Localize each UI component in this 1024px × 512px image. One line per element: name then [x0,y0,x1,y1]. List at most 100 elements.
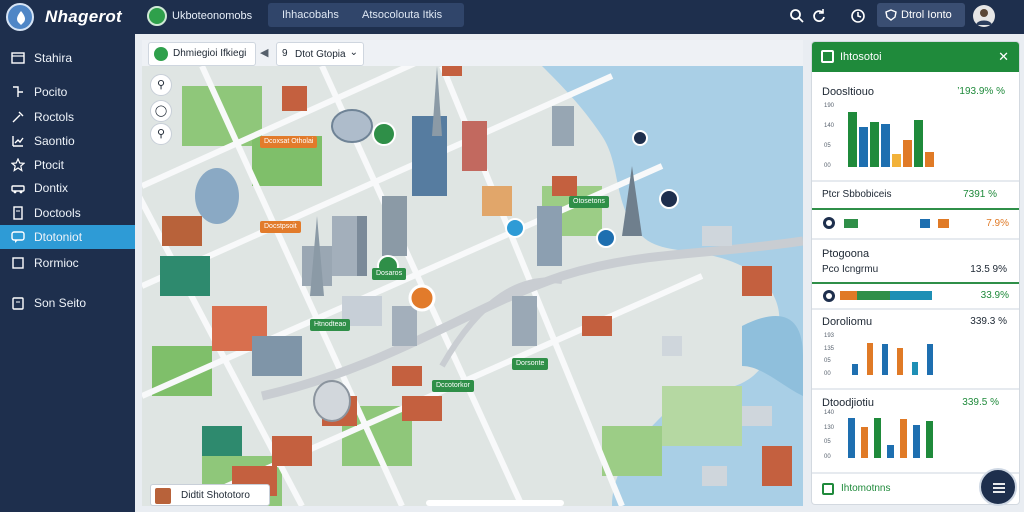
chart-bar [881,124,890,167]
doc-icon [13,206,23,220]
clock-icon[interactable] [850,8,866,24]
top-action-label: Dtrol Ionto [901,9,952,21]
status-globe-icon [147,6,167,26]
bar-segment [920,219,930,228]
user-avatar[interactable] [973,5,995,27]
poi-label[interactable]: Docstpsoit [260,221,301,233]
panel-footer-link[interactable]: Ihtomotnns [841,483,890,494]
layout-icon [11,52,25,64]
dome-building [195,168,239,224]
top-bar: Nhagerot Ukboteonomobs Ihhacobahs Atsoco… [0,0,1024,34]
y-tick-label: 140 [824,123,835,129]
zoom-in-button[interactable]: ⚲ [150,74,172,96]
selected-place-card[interactable]: Didtit Shototoro [150,484,270,506]
sidebar-item[interactable]: Son Seito [0,291,135,315]
menu-fab-button[interactable] [979,468,1017,506]
refresh-icon[interactable] [811,8,827,24]
y-tick-label: 00 [824,454,831,460]
chart-bar [882,344,888,375]
park [602,426,662,476]
tab-overview[interactable]: Ihhacobahs [282,9,339,21]
chart-bar [892,154,901,167]
round-tower [313,380,351,422]
map-toolbar: Dhmiegioi Ifkiegi ◀ 9 Dtot Gtopia ⌄ [142,40,803,68]
section-value: 339.3 % [970,316,1007,327]
chat-icon [11,231,25,243]
y-tick-label: 05 [824,143,831,149]
sidebar-item[interactable]: Stahira [0,46,135,70]
chart-bar [897,348,903,375]
sidebar: Stahira Pocito Roctols Saontio Ptocit Dontix D… [0,34,135,512]
selected-place-label: Didtit Shototoro [181,490,250,501]
sidebar-item[interactable]: Rormioc [0,251,135,275]
sidebar-item[interactable]: Pocito [0,80,135,104]
sidebar-item[interactable]: Roctols [0,105,135,129]
divider [812,180,1019,182]
poi-label[interactable]: Dccotorkor [432,380,474,392]
tools-icon [12,111,24,123]
sidebar-item-label: Dtotoniot [34,230,83,244]
chart-bar [870,122,879,167]
sidebar-item[interactable]: Ptocit [0,153,135,177]
sidebar-item[interactable]: Saontio [0,129,135,153]
stadium [331,109,373,143]
section-title: Ptogoona [822,248,870,260]
sidebar-item-label: Ptocit [34,158,65,172]
chart-bar [900,419,907,458]
map-canvas [142,66,803,506]
panel-header: Ihtosotoi ✕ [812,42,1019,72]
locate-button[interactable]: ◯ [150,100,172,122]
layer-label: Dhmiegioi Ifkiegi [173,48,247,59]
globe-icon [154,47,168,61]
sidebar-item-label: Dontix [34,181,69,195]
map-pin-navy[interactable] [632,130,648,146]
district-select[interactable]: 9 Dtot Gtopia ⌄ [276,42,364,66]
place-thumbnail [155,488,171,504]
map-pin-blue[interactable] [596,228,616,248]
section-value: 7.9% [986,218,1009,229]
layer-selector[interactable]: Dhmiegioi Ifkiegi [148,42,256,66]
divider [812,238,1019,240]
select-value: Dtot Gtopia [295,49,346,60]
map-pin-navy[interactable] [659,189,679,209]
sidebar-item-label: Stahira [34,51,73,65]
section-value: 13.5 9% [970,264,1007,275]
city-map[interactable]: ⚲ ◯ ⚲ Dcoxsat Otholai Docstpsoit Otoseto… [142,66,803,506]
bar-segment [890,291,932,300]
tab-analytics[interactable]: Atsocolouta Itkis [362,9,442,21]
zoom-out-button[interactable]: ⚲ [150,123,172,145]
poi-label[interactable]: Dosaros [372,268,407,280]
poi-label[interactable]: Otosetons [569,196,609,208]
status-dot-icon [823,217,835,229]
sidebar-item[interactable]: Doctools [0,201,135,225]
status-dot-icon [823,290,835,302]
collapse-arrow-icon[interactable]: ◀ [260,46,268,59]
section-title: Ptcr Sbbobiceis [822,189,892,200]
poi-label[interactable]: Dcoxsat Otholai [260,136,318,148]
location-icon [17,11,25,25]
search-icon[interactable] [789,8,805,24]
chart-bar [859,127,868,167]
poi-label[interactable]: Dorsonte [512,358,549,370]
chart-bar [912,362,918,375]
route-icon [13,86,23,97]
map-pin-orange[interactable] [408,284,436,312]
section-subtitle: Pco Icngrmu [822,264,879,275]
app-logo[interactable] [6,3,34,31]
close-icon[interactable]: ✕ [998,49,1009,65]
park [662,386,742,446]
map-pin-green[interactable] [372,122,396,146]
bar-segment [930,219,938,228]
section-value: ’193.9% % [957,86,1005,97]
y-tick-label: 00 [824,371,831,377]
chart-bar [903,140,912,167]
analytics-panel: Ihtosotoi ✕ Doosltiouo ’193.9% % Ptcr Sb… [812,42,1019,504]
panel-title: Ihtosotoi [840,51,882,63]
y-tick-label: 190 [824,103,835,109]
map-pin-blue[interactable] [505,218,525,238]
sidebar-item[interactable]: Dtotoniot [0,225,135,249]
sidebar-item[interactable]: Dontix [0,176,135,200]
top-action-button[interactable]: Dtrol Ionto [877,3,965,27]
map-scroll-handle[interactable] [426,500,564,506]
poi-label[interactable]: Htnodteao [310,319,351,331]
